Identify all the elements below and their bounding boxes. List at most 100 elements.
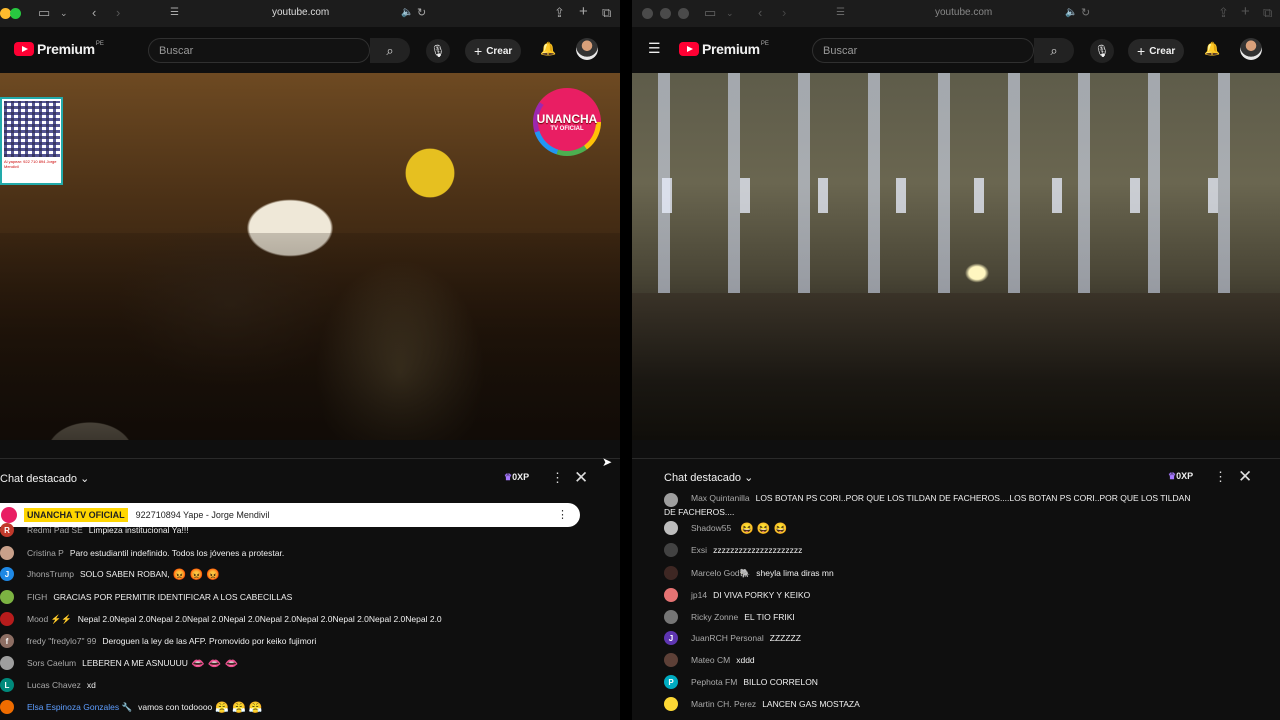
audio-playing-icon[interactable]: 🔈	[1065, 7, 1077, 18]
hamburger-menu-icon[interactable]: ☰	[648, 40, 661, 57]
create-label: Crear	[486, 45, 513, 57]
audio-playing-icon[interactable]: 🔈	[401, 7, 413, 18]
youtube-logo[interactable]: Premium PE	[679, 41, 769, 57]
zoom-window-button[interactable]	[10, 8, 21, 19]
chat-message[interactable]: Sors Caelum LEBEREN A ME ASNUUUU 👄 👄 👄	[0, 654, 238, 672]
chat-message[interactable]: Shadow55 😆 😆 😆	[664, 519, 787, 537]
chat-avatar	[664, 653, 678, 667]
reload-icon[interactable]: ↻	[417, 6, 426, 19]
notifications-bell-icon[interactable]: 🔔	[1204, 41, 1220, 57]
close-chat-icon[interactable]: ✕	[1238, 467, 1252, 487]
chat-message[interactable]: Martin CH. Perez LANCEN GAS MOSTAZA	[664, 695, 860, 713]
chat-message[interactable]: Mood ⚡⚡ Nepal 2.0Nepal 2.0Nepal 2.0Nepal …	[0, 610, 442, 628]
xp-badge[interactable]: ♛0XP	[1168, 471, 1193, 482]
qr-code-overlay: Al yapear: 922 710 894 Jorge Mendivil	[0, 97, 63, 185]
youtube-logo[interactable]: Premium PE	[14, 41, 104, 57]
chat-author[interactable]: Redmi Pad SE	[27, 525, 83, 535]
chat-message[interactable]: Mateo CM xddd	[664, 651, 755, 669]
chat-author[interactable]: fredy "fredylo7" 99	[27, 636, 96, 646]
chat-author[interactable]: Elsa Espinoza Gonzales 🔧	[27, 702, 132, 713]
chat-author[interactable]: Max Quintanilla	[691, 493, 750, 503]
forward-arrow-icon[interactable]: ›	[782, 5, 786, 20]
chat-author[interactable]: JuanRCH Personal	[691, 633, 764, 643]
chat-message[interactable]: Marcelo God🐘 sheyla lima diras mn	[664, 564, 834, 582]
chat-more-options-icon[interactable]: ⋮	[1214, 469, 1227, 485]
chat-author[interactable]: FIGH	[27, 592, 47, 602]
new-tab-icon[interactable]: +	[1241, 3, 1250, 20]
chat-message[interactable]: R Redmi Pad SE Limpieza institucional Ya!!…	[0, 521, 189, 539]
video-player[interactable]: Al yapear: 922 710 894 Jorge Mendivil UN…	[0, 73, 620, 440]
chat-author[interactable]: Marcelo God🐘	[691, 568, 750, 579]
chat-message[interactable]: P Pephota FM BILLO CORRELON	[664, 673, 818, 691]
chat-author[interactable]: JhonsTrump	[27, 569, 74, 579]
account-avatar[interactable]	[1240, 38, 1262, 60]
create-button[interactable]: + Crear	[1128, 39, 1185, 63]
share-icon[interactable]: ⇪	[1218, 5, 1229, 21]
notifications-bell-icon[interactable]: 🔔	[540, 41, 556, 57]
chevron-down-icon[interactable]: ⌄	[60, 8, 68, 19]
chat-more-options-icon[interactable]: ⋮	[551, 470, 564, 486]
chat-message[interactable]: f fredy "fredylo7" 99 Deroguen la ley de l…	[0, 632, 316, 650]
chat-message-list[interactable]: R Redmi Pad SE Limpieza institucional Ya!!…	[0, 523, 620, 720]
chat-author[interactable]: Mood ⚡⚡	[27, 614, 72, 625]
chat-author[interactable]: Pephota FM	[691, 677, 737, 687]
search-button[interactable]: ⌕	[370, 38, 410, 63]
chat-avatar	[664, 543, 678, 557]
chat-message[interactable]: Elsa Espinoza Gonzales 🔧 vamos con todooo…	[0, 698, 263, 716]
search-button[interactable]: ⌕	[1034, 38, 1074, 63]
zoom-window-button[interactable]	[678, 8, 689, 19]
chat-avatar: R	[0, 523, 14, 537]
address-bar[interactable]: youtube.com	[272, 7, 329, 18]
chat-author[interactable]: Ricky Zonne	[691, 612, 738, 622]
chat-author[interactable]: Shadow55	[691, 523, 731, 533]
chat-message[interactable]: Ricky Zonne EL TIO FRIKI	[664, 608, 795, 626]
chat-message[interactable]: J JhonsTrump SOLO SABEN ROBAN, 😡 😡 😡	[0, 565, 220, 583]
back-arrow-icon[interactable]: ‹	[758, 5, 762, 20]
video-player[interactable]	[632, 73, 1280, 440]
chat-author[interactable]: Cristina P	[27, 548, 64, 558]
chat-message-list[interactable]: Max Quintanilla LOS BOTAN PS CORI..POR QU…	[632, 493, 1280, 720]
chat-author[interactable]: Lucas Chavez	[27, 680, 81, 690]
page-menu-icon[interactable]: ☰	[836, 7, 845, 18]
chat-message[interactable]: FIGH GRACIAS POR PERMITIR IDENTIFICAR A L…	[0, 588, 292, 606]
close-window-button[interactable]	[642, 8, 653, 19]
chat-message[interactable]: Max Quintanilla LOS BOTAN PS CORI..POR QU…	[664, 493, 1204, 517]
chat-emoji: 👄 👄 👄	[190, 657, 239, 670]
chat-author[interactable]: Mateo CM	[691, 655, 730, 665]
reload-icon[interactable]: ↻	[1081, 6, 1090, 19]
chat-message[interactable]: L Lucas Chavez xd	[0, 676, 96, 694]
chat-mode-dropdown[interactable]: Chat destacado ⌄	[0, 472, 89, 485]
new-tab-icon[interactable]: +	[579, 3, 588, 20]
tab-overview-icon[interactable]: ⧉	[602, 5, 611, 21]
chat-message[interactable]: jp14 DI VIVA PORKY Y KEIKO	[664, 586, 810, 604]
tab-overview-icon[interactable]: ⧉	[1263, 5, 1272, 21]
sidebar-toggle-icon[interactable]: ▭	[38, 5, 50, 21]
account-avatar[interactable]	[576, 38, 598, 60]
close-chat-icon[interactable]: ✕	[574, 468, 588, 488]
chat-author[interactable]: Sors Caelum	[27, 658, 76, 668]
chevron-down-icon[interactable]: ⌄	[726, 8, 734, 19]
back-arrow-icon[interactable]: ‹	[92, 5, 96, 20]
pinned-more-icon[interactable]: ⋮	[557, 508, 568, 521]
voice-search-button[interactable]: 🎙	[1090, 39, 1114, 63]
voice-search-button[interactable]: 🎙	[426, 39, 450, 63]
share-icon[interactable]: ⇪	[554, 5, 565, 21]
chat-avatar	[664, 566, 678, 580]
xp-badge[interactable]: ♛0XP	[504, 472, 529, 483]
chat-message[interactable]: Exsi zzzzzzzzzzzzzzzzzzzzz	[664, 541, 802, 559]
chat-mode-dropdown[interactable]: Chat destacado ⌄	[664, 471, 753, 484]
minimize-window-button[interactable]	[660, 8, 671, 19]
youtube-header: Premium PE Buscar ⌕ 🎙 + Crear 🔔	[0, 27, 620, 73]
address-bar[interactable]: youtube.com	[935, 7, 992, 18]
sidebar-toggle-icon[interactable]: ▭	[704, 5, 716, 21]
chat-author[interactable]: jp14	[691, 590, 707, 600]
chat-message[interactable]: Cristina P Paro estudiantil indefinido. T…	[0, 544, 284, 562]
chat-message[interactable]: J JuanRCH Personal ZZZZZZ	[664, 629, 801, 647]
search-input[interactable]: Buscar	[812, 38, 1034, 63]
create-button[interactable]: + Crear	[465, 39, 522, 63]
search-input[interactable]: Buscar	[148, 38, 370, 63]
page-menu-icon[interactable]: ☰	[170, 7, 179, 18]
forward-arrow-icon[interactable]: ›	[116, 5, 120, 20]
chat-author[interactable]: Martin CH. Perez	[691, 699, 756, 709]
chat-author[interactable]: Exsi	[691, 545, 707, 555]
